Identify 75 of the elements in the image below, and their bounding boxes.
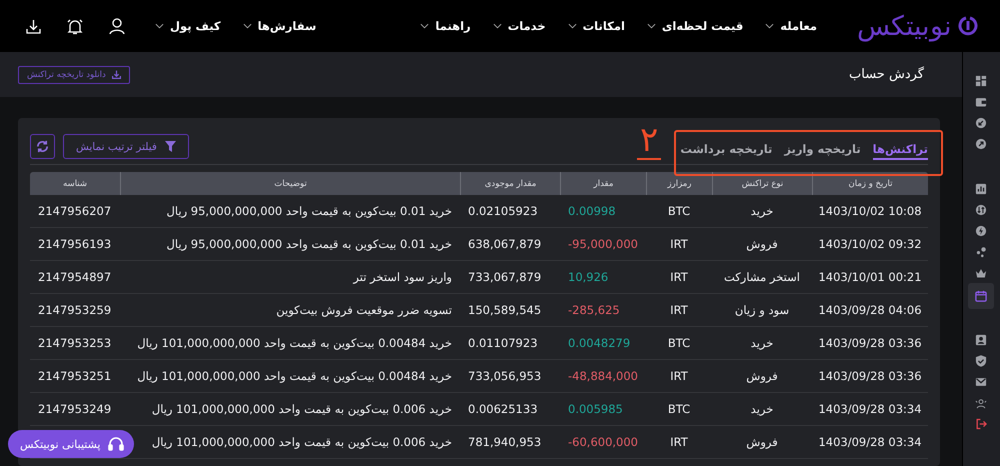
table-cell: 2147953249	[30, 393, 120, 426]
table-cell: خرید	[712, 393, 812, 426]
table-cell: فروش	[712, 228, 812, 261]
table-cell: خرید 0.01 بیت‌کوین به قیمت واحد 95,000,000,000 ریال	[120, 228, 460, 261]
table-cell: خرید 0.006 بیت‌کوین به قیمت واحد 101,000,000,000 ریال	[120, 393, 460, 426]
table-cell: 2147953251	[30, 360, 120, 393]
table-cell: -60,600,000	[560, 426, 646, 459]
column-header: رمزارز	[646, 172, 712, 195]
table-cell: BTC	[646, 195, 712, 228]
table-cell: 1403/10/02 10:08	[812, 195, 928, 228]
page-title: گردش حساب	[849, 67, 924, 82]
table-cell: 1403/09/28 03:36	[812, 327, 928, 360]
annotation-number: ۲	[637, 122, 662, 160]
table-cell: 10,926	[560, 261, 646, 294]
nav-menu-item[interactable]: معامله	[765, 19, 817, 33]
tab[interactable]: تاریخچه برداشت	[680, 138, 772, 160]
table-cell: 638,067,879	[460, 228, 560, 261]
filter-button[interactable]: فیلتر ترتیب نمایش	[63, 134, 189, 159]
table-cell: -95,000,000	[560, 228, 646, 261]
table-cell: BTC	[646, 393, 712, 426]
table-cell: -285,625	[560, 294, 646, 327]
table-cell: 0.02105923	[460, 195, 560, 228]
table-cell: 1403/09/28 03:34	[812, 426, 928, 459]
tab[interactable]: تراکنش‌ها	[872, 138, 928, 160]
table-cell: فروش	[712, 360, 812, 393]
table-cell: 1403/09/28 03:36	[812, 360, 928, 393]
table-cell: 1403/10/01 00:21	[812, 261, 928, 294]
table-cell: 733,067,879	[460, 261, 560, 294]
table-cell: استخر مشارکت	[712, 261, 812, 294]
table-cell: 2147953259	[30, 294, 120, 327]
table-cell: خرید	[712, 195, 812, 228]
table-cell: 2147954897	[30, 261, 120, 294]
support-button[interactable]: پشتیبانی نوبیتکس	[8, 430, 134, 458]
table-cell: 1403/09/28 04:06	[812, 294, 928, 327]
tab[interactable]: تاریخچه واریز	[784, 138, 861, 160]
table-cell: خرید 0.00484 بیت‌کوین به قیمت واحد 101,000,000,000 ریال	[120, 327, 460, 360]
table-cell: 2147953253	[30, 327, 120, 360]
nav-menu-item[interactable]: راهنما	[420, 19, 471, 33]
table-cell: 2147956193	[30, 228, 120, 261]
table-cell: تسویه ضرر موقعیت فروش بیت‌کوین	[120, 294, 460, 327]
table-cell: خرید 0.01 بیت‌کوین به قیمت واحد 95,000,000,000 ریال	[120, 195, 460, 228]
column-header: تاریخ و زمان	[812, 172, 928, 195]
column-header: مقدار	[560, 172, 646, 195]
table-cell: IRT	[646, 426, 712, 459]
table-cell: 1403/09/28 03:34	[812, 393, 928, 426]
table-cell: سود و زیان	[712, 294, 812, 327]
table-cell: 2147956207	[30, 195, 120, 228]
nav-menu-item[interactable]: امکانات	[568, 19, 625, 33]
nav-menu-item[interactable]: سفارش‌ها	[242, 19, 316, 33]
column-header: شناسه	[30, 172, 120, 195]
nav-menu-item[interactable]: کیف پول	[155, 19, 221, 33]
table-cell: واریز سود استخر تتر	[120, 261, 460, 294]
table-cell: 0.00625133	[460, 393, 560, 426]
table-cell: 733,056,953	[460, 360, 560, 393]
column-header: توضیحات	[120, 172, 460, 195]
table-cell: 0.01107923	[460, 327, 560, 360]
table-cell: فروش	[712, 426, 812, 459]
table-cell: 0.0048279	[560, 327, 646, 360]
table-cell: 781,940,953	[460, 426, 560, 459]
table-cell: IRT	[646, 294, 712, 327]
table-cell: 150,589,545	[460, 294, 560, 327]
column-header: مقدار موجودی	[460, 172, 560, 195]
table-cell: خرید	[712, 327, 812, 360]
column-header: نوع تراکنش	[712, 172, 812, 195]
nav-menu-item[interactable]: قیمت لحظه‌ای	[646, 19, 744, 33]
table-cell: 0.00998	[560, 195, 646, 228]
table-cell: IRT	[646, 261, 712, 294]
table-cell: IRT	[646, 360, 712, 393]
table-cell: IRT	[646, 228, 712, 261]
table-cell: -48,884,000	[560, 360, 646, 393]
table-cell: 0.005985	[560, 393, 646, 426]
nav-menu-item[interactable]: خدمات	[492, 19, 546, 33]
table-cell: خرید 0.00484 بیت‌کوین به قیمت واحد 101,000,000,000 ریال	[120, 360, 460, 393]
table-cell: BTC	[646, 327, 712, 360]
table-cell: 1403/10/02 09:32	[812, 228, 928, 261]
